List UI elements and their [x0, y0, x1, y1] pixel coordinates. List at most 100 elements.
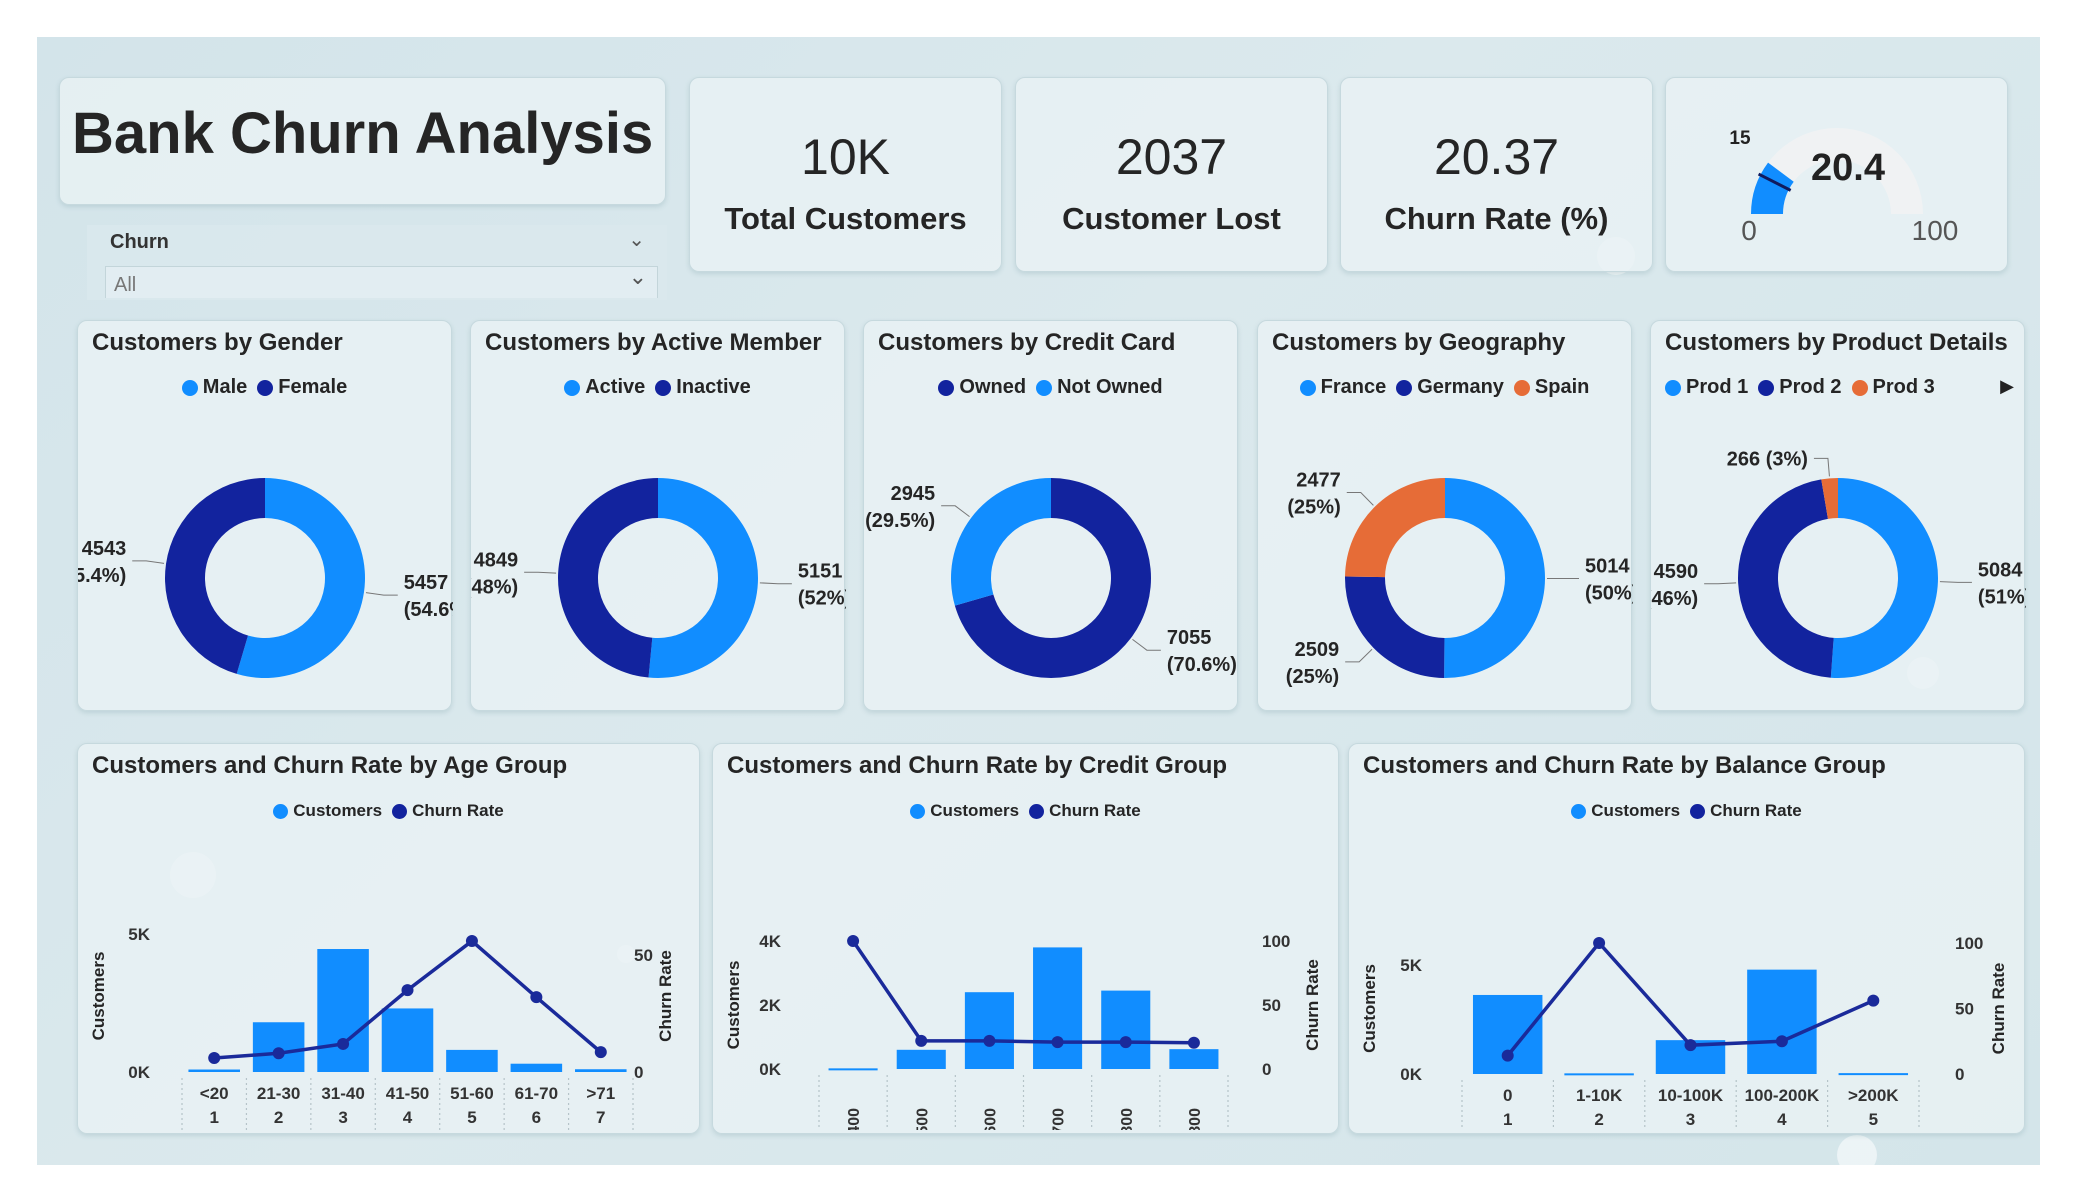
bar-41-50[interactable]: [381, 1008, 434, 1072]
donut-card-product-details: Customers by Product Details Prod 1 Prod …: [1650, 320, 2026, 711]
x-tick-label: 31-40: [321, 1084, 364, 1103]
y-axis-title: Customers: [724, 961, 743, 1050]
legend-label: Inactive: [676, 376, 751, 398]
slicer-dropdown[interactable]: All ⌄: [105, 264, 658, 298]
line-point-200k[interactable]: [1867, 994, 1880, 1007]
gauge-max-label: 100: [1912, 215, 1959, 246]
donut-card-active-member: Customers by Active Member Active Inactiv…: [470, 320, 846, 711]
churn-slicer[interactable]: Churn ⌄ All ⌄: [87, 225, 667, 300]
bar-400[interactable]: [828, 1068, 878, 1071]
bar-71[interactable]: [575, 1069, 627, 1072]
bar-701-800[interactable]: [1101, 990, 1151, 1069]
line-point-20[interactable]: [208, 1051, 221, 1064]
bar-0[interactable]: [1472, 994, 1543, 1074]
bar-1-10k[interactable]: [1564, 1073, 1634, 1076]
legend-item-customers[interactable]: Customers: [1571, 801, 1680, 821]
legend-marker: [392, 803, 408, 819]
donut-slice-active[interactable]: [648, 478, 759, 678]
line-point-800[interactable]: [1187, 1036, 1200, 1049]
line-point-0[interactable]: [1501, 1049, 1514, 1062]
legend-item-female[interactable]: Female: [257, 376, 347, 399]
line-point-10-100k[interactable]: [1684, 1039, 1697, 1052]
bar-401-500[interactable]: [896, 1049, 946, 1069]
legend-item-active[interactable]: Active: [564, 376, 645, 399]
legend-item-churn-rate[interactable]: Churn Rate: [1690, 801, 1802, 821]
data-label: (25%): [1286, 666, 1339, 688]
chart-title: Customers by Gender: [92, 329, 343, 356]
legend-marker: [655, 379, 672, 396]
donut-slice-not-owned[interactable]: [951, 478, 1051, 606]
bar-61-70[interactable]: [510, 1063, 563, 1072]
legend-item-france[interactable]: France: [1299, 376, 1386, 399]
legend-item-customers[interactable]: Customers: [910, 801, 1019, 821]
line-point-100-200k[interactable]: [1775, 1035, 1788, 1048]
page-title: Bank Churn Analysis: [72, 101, 654, 166]
legend-item-customers[interactable]: Customers: [273, 801, 382, 821]
gauge-card: 15 20.4 0 100: [1665, 77, 2008, 272]
data-label: 4543: [82, 538, 127, 560]
combo-chart: CustomersChurn RateBalance Group0K5K0501…: [1360, 934, 2008, 1130]
x-tick-label: 100-200K: [1745, 1086, 1820, 1105]
legend-item-churn-rate[interactable]: Churn Rate: [392, 801, 504, 821]
legend-item-prod-2[interactable]: Prod 2: [1758, 376, 1842, 399]
legend-item-germany[interactable]: Germany: [1396, 376, 1504, 399]
line-point-31-40[interactable]: [337, 1037, 350, 1050]
bar-200k[interactable]: [1838, 1073, 1909, 1076]
legend-item-prod-1[interactable]: Prod 1: [1665, 376, 1748, 399]
chart-title: Customers and Churn Rate by Balance Grou…: [1363, 752, 1886, 779]
line-point-71[interactable]: [594, 1046, 607, 1059]
bar-501-600[interactable]: [964, 992, 1014, 1069]
legend-label: Churn Rate: [412, 801, 504, 820]
data-label: (45.4%): [78, 565, 126, 587]
bar-51-60[interactable]: [446, 1049, 498, 1072]
y-tick-label: 5K: [1400, 956, 1422, 975]
legend-item-spain[interactable]: Spain: [1513, 376, 1589, 399]
y-tick-label: 0K: [1400, 1065, 1422, 1084]
legend-marker: [564, 379, 581, 396]
line-point-51-60[interactable]: [465, 935, 478, 948]
bar-31-40[interactable]: [317, 949, 369, 1072]
x-index-label: 7: [596, 1108, 605, 1127]
line-point-501-600[interactable]: [983, 1034, 996, 1047]
legend-marker: [273, 803, 289, 819]
legend-marker: [1036, 379, 1053, 396]
bar-100-200k[interactable]: [1747, 969, 1817, 1074]
legend-item-inactive[interactable]: Inactive: [655, 376, 751, 399]
donut-slice-france[interactable]: [1444, 478, 1546, 678]
bar-21-30[interactable]: [252, 1022, 305, 1072]
legend-item-not-owned[interactable]: Not Owned: [1036, 376, 1163, 399]
data-label: 5014: [1585, 556, 1630, 578]
donut-slice-germany[interactable]: [1345, 576, 1445, 678]
legend-item-male[interactable]: Male: [181, 376, 247, 399]
y2-axis-title: Churn Rate: [656, 950, 675, 1042]
line-point-1-10k[interactable]: [1593, 937, 1606, 949]
legend-label: Customers: [930, 801, 1020, 820]
legend-item-churn-rate[interactable]: Churn Rate: [1029, 801, 1141, 821]
data-label: 2509: [1295, 639, 1340, 661]
donut-slice-prod-2[interactable]: [1738, 479, 1834, 678]
y2-tick-label: 0: [1955, 1065, 1964, 1084]
line-point-601-700[interactable]: [1051, 1036, 1064, 1049]
slicer-collapse-chevron-icon[interactable]: ⌄: [628, 227, 645, 252]
legend-label: Prod 2: [1779, 376, 1842, 398]
line-point-701-800[interactable]: [1119, 1036, 1132, 1049]
donut-slice-prod-1[interactable]: [1830, 478, 1938, 678]
bar-20[interactable]: [188, 1069, 240, 1072]
bar-800[interactable]: [1169, 1049, 1219, 1069]
data-label: 7055: [1167, 627, 1212, 649]
legend-item-owned[interactable]: Owned: [938, 376, 1026, 399]
line-point-400[interactable]: [847, 935, 860, 947]
legend-item-prod-3[interactable]: Prod 3: [1851, 376, 1935, 399]
line-point-21-30[interactable]: [272, 1047, 285, 1060]
legend-next-arrow-icon[interactable]: ▶: [2000, 376, 2014, 397]
x-tick-label: 701-800: [1119, 1108, 1136, 1130]
line-point-401-500[interactable]: [915, 1034, 928, 1047]
x-tick-label: 0: [1503, 1086, 1512, 1105]
bar-601-700[interactable]: [1033, 947, 1083, 1069]
x-tick-label: >200K: [1848, 1086, 1899, 1105]
chart-legend: France Germany Spain: [1258, 376, 1631, 399]
line-point-61-70[interactable]: [530, 991, 543, 1004]
line-point-41-50[interactable]: [401, 984, 414, 997]
churn-rate-line: [1506, 940, 1875, 1057]
donut-slice-inactive[interactable]: [558, 478, 658, 678]
